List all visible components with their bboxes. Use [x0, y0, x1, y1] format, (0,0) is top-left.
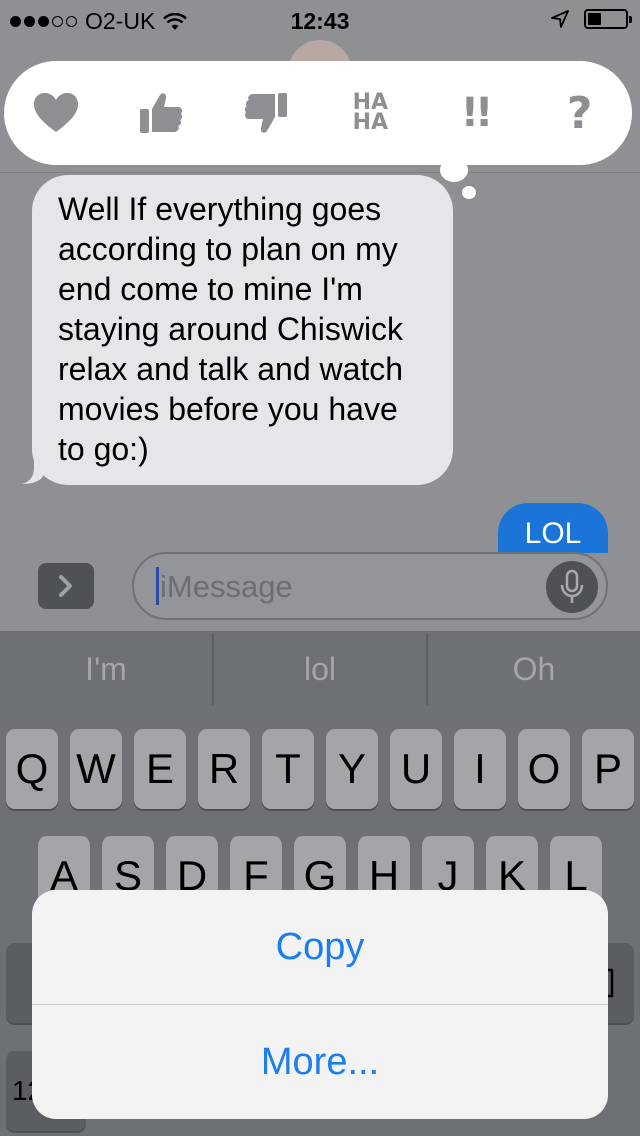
prediction-2[interactable]: lol: [214, 631, 426, 707]
message-text: Well If everything goes according to pla…: [58, 191, 404, 467]
key-t[interactable]: T: [262, 729, 314, 809]
question-icon[interactable]: ?: [545, 78, 615, 148]
microphone-icon: [560, 569, 584, 603]
key-u[interactable]: U: [390, 729, 442, 809]
haha-icon[interactable]: HA HA: [335, 78, 405, 148]
expand-apps-button[interactable]: [38, 563, 94, 609]
battery-icon: [584, 9, 632, 29]
prediction-1[interactable]: I'm: [0, 631, 212, 707]
key-r[interactable]: R: [198, 729, 250, 809]
status-time: 12:43: [290, 8, 350, 34]
chevron-right-icon: [59, 575, 72, 597]
key-q[interactable]: Q: [6, 729, 58, 809]
thumbs-up-icon[interactable]: [126, 78, 196, 148]
tapback-pointer-dot: [440, 158, 468, 182]
microphone-button[interactable]: [546, 561, 598, 613]
message-bubble[interactable]: Well If everything goes according to pla…: [32, 175, 453, 485]
predictive-bar: I'm lol Oh: [0, 631, 640, 707]
key-w[interactable]: W: [70, 729, 122, 809]
text-caret: [156, 567, 159, 605]
key-p[interactable]: P: [582, 729, 634, 809]
key-y[interactable]: Y: [326, 729, 378, 809]
copy-button[interactable]: Copy: [32, 890, 608, 1004]
haha-line2: HA: [352, 110, 389, 135]
sent-message-text: LOL: [524, 517, 582, 550]
message-input-placeholder: iMessage: [160, 569, 293, 604]
status-bar: O2-UK 12:43: [0, 0, 640, 40]
location-arrow-icon: [551, 10, 569, 28]
key-i[interactable]: I: [454, 729, 506, 809]
tapback-bar: HA HA !! ?: [4, 61, 632, 165]
thumbs-down-icon[interactable]: [231, 78, 301, 148]
prediction-3[interactable]: Oh: [428, 631, 640, 707]
header-divider: [0, 172, 640, 173]
key-o[interactable]: O: [518, 729, 570, 809]
sent-message-bubble[interactable]: LOL: [498, 503, 608, 553]
exclamation-text: !!: [460, 90, 494, 136]
exclamation-icon[interactable]: !!: [440, 78, 510, 148]
action-sheet: Copy More...: [32, 890, 608, 1119]
heart-icon[interactable]: [21, 78, 91, 148]
more-button[interactable]: More...: [32, 1005, 608, 1119]
question-text: ?: [566, 87, 593, 139]
tapback-pointer-dot-small: [462, 186, 476, 199]
key-e[interactable]: E: [134, 729, 186, 809]
